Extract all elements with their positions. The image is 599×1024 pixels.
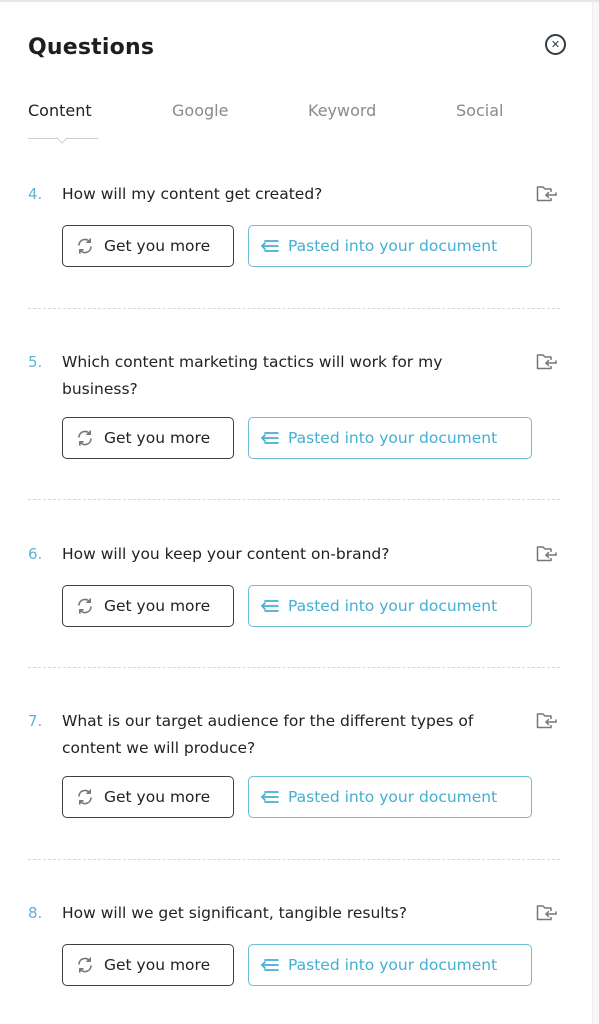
question-actions: Get you more Pasted into your document (62, 417, 532, 459)
paste-label: Pasted into your document (288, 597, 498, 615)
folder-export-icon (536, 905, 557, 921)
close-button[interactable]: ✕ (545, 34, 566, 55)
folder-export-icon (536, 354, 557, 370)
save-to-folder-button[interactable] (536, 185, 558, 203)
question-actions: Get you more Pasted into your document (62, 776, 532, 818)
tab-content[interactable]: Content (28, 100, 92, 122)
paste-label: Pasted into your document (288, 429, 498, 447)
get-more-button[interactable]: Get you more (62, 417, 234, 459)
close-icon: ✕ (550, 38, 561, 51)
panel-edge (592, 2, 599, 1024)
question-text: What is our target audience for the diff… (62, 712, 474, 757)
refresh-icon (78, 789, 92, 805)
folder-export-icon (536, 186, 557, 202)
paste-label: Pasted into your document (288, 956, 498, 974)
paste-label: Pasted into your document (288, 788, 498, 806)
panel-title: Questions (28, 35, 155, 60)
get-more-button[interactable]: Get you more (62, 944, 234, 986)
get-more-button[interactable]: Get you more (62, 585, 234, 627)
paste-lines-icon (261, 791, 279, 803)
tab-google[interactable]: Google (172, 100, 228, 122)
top-border (0, 0, 599, 2)
paste-label: Pasted into your document (288, 237, 498, 255)
refresh-icon (78, 238, 92, 254)
question-text: Which content marketing tactics will wor… (62, 353, 443, 398)
refresh-icon (78, 430, 92, 446)
save-to-folder-button[interactable] (536, 904, 558, 922)
get-more-label: Get you more (104, 429, 211, 447)
paste-lines-icon (261, 959, 279, 971)
panel-header: Questions ✕ (28, 32, 569, 66)
question-actions: Get you more Pasted into your document (62, 944, 532, 986)
question-divider (28, 499, 560, 500)
paste-into-document-button[interactable]: Pasted into your document (248, 585, 532, 627)
question-number: 7. (28, 712, 43, 730)
paste-into-document-button[interactable]: Pasted into your document (248, 944, 532, 986)
question-divider (28, 859, 560, 860)
get-more-label: Get you more (104, 237, 211, 255)
paste-into-document-button[interactable]: Pasted into your document (248, 225, 532, 267)
folder-export-icon (536, 546, 557, 562)
tab-social[interactable]: Social (456, 100, 503, 122)
question-text: How will you keep your content on-brand? (62, 545, 390, 563)
paste-lines-icon (261, 600, 279, 612)
question-number: 8. (28, 904, 43, 922)
refresh-icon (78, 957, 92, 973)
question-actions: Get you more Pasted into your document (62, 585, 532, 627)
question-text: How will we get significant, tangible re… (62, 904, 407, 922)
save-to-folder-button[interactable] (536, 712, 558, 730)
get-more-label: Get you more (104, 788, 211, 806)
folder-export-icon (536, 713, 557, 729)
tab-bar: Content Google Keyword Social (28, 100, 568, 144)
question-actions: Get you more Pasted into your document (62, 225, 532, 267)
refresh-icon (78, 598, 92, 614)
question-number: 6. (28, 545, 43, 563)
paste-lines-icon (261, 432, 279, 444)
get-more-label: Get you more (104, 597, 211, 615)
question-number: 4. (28, 185, 43, 203)
save-to-folder-button[interactable] (536, 545, 558, 563)
question-text: How will my content get created? (62, 185, 323, 203)
get-more-label: Get you more (104, 956, 211, 974)
question-divider (28, 308, 560, 309)
paste-lines-icon (261, 240, 279, 252)
save-to-folder-button[interactable] (536, 353, 558, 371)
tab-keyword[interactable]: Keyword (308, 100, 376, 122)
active-tab-caret (56, 132, 68, 144)
question-divider (28, 667, 560, 668)
get-more-button[interactable]: Get you more (62, 776, 234, 818)
question-number: 5. (28, 353, 43, 371)
paste-into-document-button[interactable]: Pasted into your document (248, 776, 532, 818)
paste-into-document-button[interactable]: Pasted into your document (248, 417, 532, 459)
get-more-button[interactable]: Get you more (62, 225, 234, 267)
